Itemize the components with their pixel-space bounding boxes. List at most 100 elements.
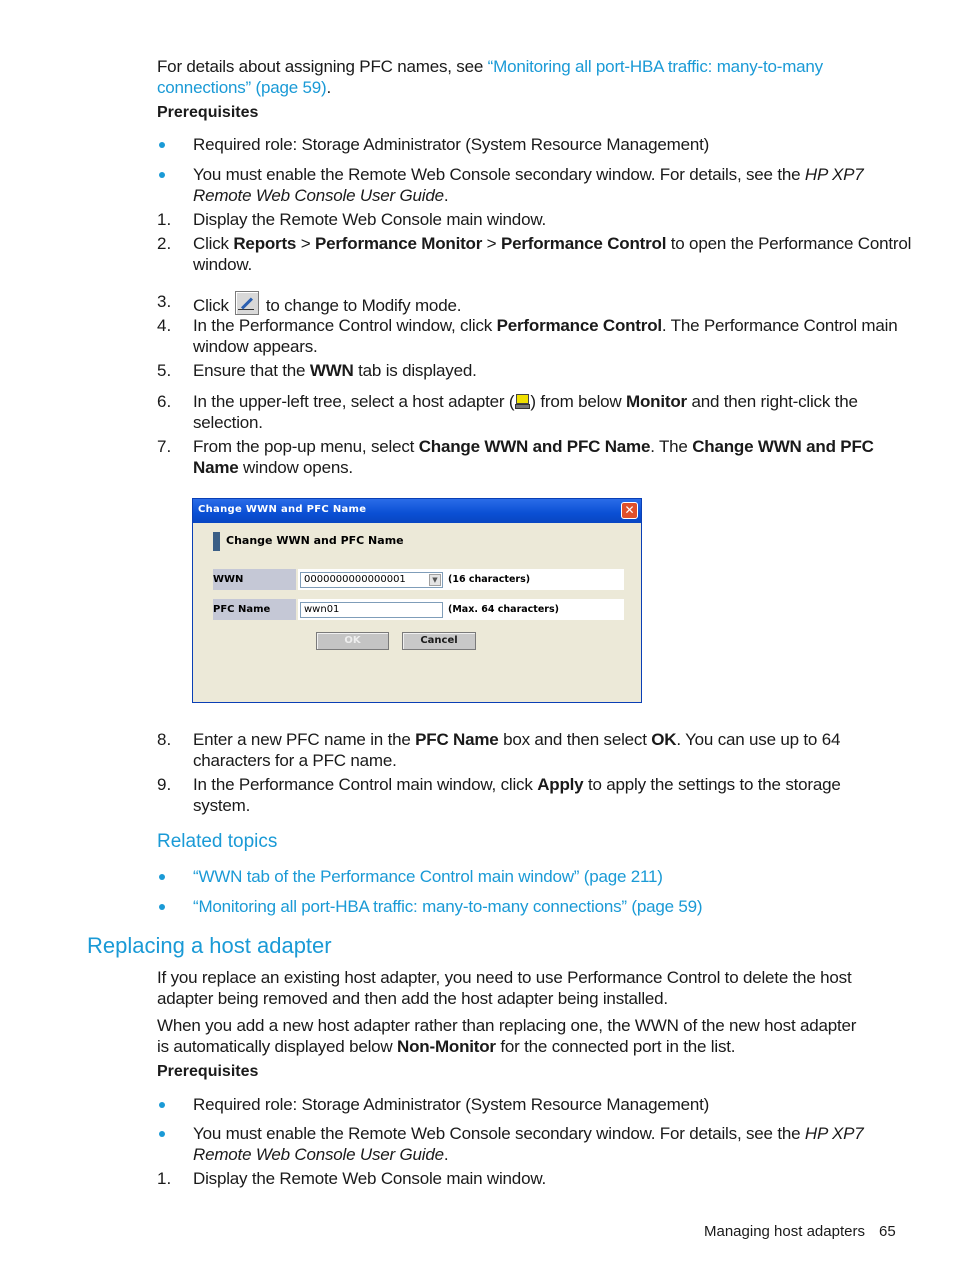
prereq-bullet-enable-line2: Remote Web Console User Guide.	[193, 1144, 449, 1165]
footer-section-title: Managing host adapters	[704, 1223, 865, 1240]
menu-performance-control: Performance Control	[500, 234, 667, 253]
chevron-down-icon[interactable]: ▼	[429, 574, 441, 586]
step-2: Click Reports > Performance Monitor > Pe…	[193, 233, 911, 254]
guide-title-cont: Remote Web Console User Guide	[193, 1145, 444, 1164]
step-number: 6.	[157, 392, 172, 411]
text: is automatically displayed below	[157, 1037, 398, 1056]
dialog-titlebar: Change WWN and PFC Name ✕	[193, 499, 641, 523]
step-number: 8.	[157, 730, 172, 749]
period: .	[443, 186, 449, 205]
section-paragraph-1-line2: adapter being removed and then add the h…	[157, 989, 668, 1008]
guide-title-cont: Remote Web Console User Guide	[193, 186, 444, 205]
wwn-combobox[interactable]: 0000000000000001 ▼	[300, 572, 443, 588]
text: Click	[193, 296, 234, 315]
wwn-hint: (16 characters)	[448, 574, 531, 585]
bullet-icon	[159, 1102, 165, 1108]
prereq-bullet-role: Required role: Storage Administrator (Sy…	[193, 135, 710, 154]
bold-term: Non-Monitor	[397, 1037, 496, 1056]
step-5: Ensure that the WWN tab is displayed.	[193, 360, 477, 381]
step-number: 5.	[157, 361, 172, 380]
intro-period: .	[326, 78, 332, 97]
pfc-name-row: wwn01 (Max. 64 characters)	[298, 599, 624, 620]
section-heading: Replacing a host adapter	[87, 933, 332, 958]
text: . You can use up to 64	[676, 730, 841, 749]
text: In the Performance Control window, click	[193, 316, 497, 335]
bullet-text: You must enable the Remote Web Console s…	[193, 165, 805, 184]
step-1: Display the Remote Web Console main wind…	[193, 1169, 546, 1188]
related-link-monitoring[interactable]: “Monitoring all port-HBA traffic: many-t…	[193, 896, 703, 917]
prereq-bullet-enable: You must enable the Remote Web Console s…	[193, 1123, 864, 1144]
step-4-line2: window appears.	[193, 337, 318, 356]
step-7-line2: Name window opens.	[193, 457, 353, 478]
prerequisites-heading: Prerequisites	[157, 1063, 259, 1080]
guide-title: HP XP7	[804, 165, 864, 184]
section-paragraph-2: When you add a new host adapter rather t…	[157, 1016, 857, 1035]
intro-link[interactable]: “Monitoring all port-HBA traffic: many-t…	[488, 57, 824, 76]
text: for the connected port in the list.	[495, 1037, 736, 1056]
related-link-wwn-tab[interactable]: “WWN tab of the Performance Control main…	[193, 866, 663, 887]
pfc-name-input[interactable]: wwn01	[300, 602, 443, 618]
modify-mode-icon	[235, 291, 260, 315]
bold-term: Performance Control	[496, 316, 662, 335]
step-number: 9.	[157, 775, 172, 794]
step-number: 1.	[157, 1169, 172, 1188]
separator: >	[296, 234, 315, 253]
text: and then right-click the	[686, 392, 858, 411]
bold-term: Change WWN and PFC Name	[418, 437, 651, 456]
close-icon[interactable]: ✕	[621, 502, 638, 519]
menu-reports: Reports	[233, 234, 297, 253]
step-9: In the Performance Control main window, …	[193, 774, 841, 795]
text: window opens.	[238, 458, 353, 477]
dialog-title: Change WWN and PFC Name	[198, 504, 367, 515]
step-number: 3.	[157, 292, 172, 311]
text: You must enable the Remote Web Console s…	[193, 1124, 805, 1143]
intro-text: For details about assigning PFC names, s…	[157, 57, 488, 76]
wwn-row: 0000000000000001 ▼ (16 characters)	[298, 569, 624, 590]
prereq-bullet-role: Required role: Storage Administrator (Sy…	[193, 1095, 710, 1114]
bold-term: Name	[193, 458, 239, 477]
section-paragraph-1: If you replace an existing host adapter,…	[157, 968, 852, 987]
step-number: 1.	[157, 210, 172, 229]
bullet-icon	[159, 874, 165, 880]
intro-paragraph: For details about assigning PFC names, s…	[157, 56, 823, 77]
cancel-button[interactable]: Cancel	[402, 632, 476, 650]
step-number: 4.	[157, 316, 172, 335]
period: .	[443, 1145, 449, 1164]
step-8: Enter a new PFC name in the PFC Name box…	[193, 729, 840, 750]
wwn-label: WWN	[213, 569, 296, 590]
bold-term: Apply	[537, 775, 584, 794]
pfc-name-hint: (Max. 64 characters)	[448, 604, 559, 615]
step-2-line2: window.	[193, 255, 253, 274]
host-adapter-icon	[515, 393, 531, 409]
step-6: In the upper-left tree, select a host ad…	[193, 391, 858, 412]
step-4: In the Performance Control window, click…	[193, 315, 898, 336]
dialog-heading: Change WWN and PFC Name	[226, 534, 404, 547]
text: to apply the settings to the storage	[583, 775, 841, 794]
guide-title: HP XP7	[804, 1124, 864, 1143]
intro-link-cont[interactable]: connections” (page 59)	[157, 78, 327, 97]
text: box and then select	[498, 730, 652, 749]
ok-button[interactable]: OK	[316, 632, 389, 650]
text: . The	[650, 437, 693, 456]
text: Ensure that the	[193, 361, 310, 380]
text: to open the Performance Control	[666, 234, 912, 253]
bullet-icon	[159, 142, 165, 148]
step-3: Click to change to Modify mode.	[193, 291, 461, 316]
text: ) from below	[530, 392, 627, 411]
step-number: 7.	[157, 437, 172, 456]
step-9-line2: system.	[193, 796, 251, 815]
step-6-line2: selection.	[193, 413, 263, 432]
text: In the upper-left tree, select a host ad…	[193, 392, 515, 411]
text: In the Performance Control main window, …	[193, 775, 538, 794]
text: to change to Modify mode.	[261, 296, 462, 315]
text: Click	[193, 234, 234, 253]
section-paragraph-2-line2: is automatically displayed below Non-Mon…	[157, 1036, 736, 1057]
bullet-icon	[159, 1131, 165, 1137]
bold-term: OK	[651, 730, 677, 749]
text: tab is displayed.	[353, 361, 477, 380]
bold-term: PFC Name	[415, 730, 499, 749]
heading-marker	[213, 532, 220, 551]
prereq-bullet-enable-line2: Remote Web Console User Guide.	[193, 185, 449, 206]
step-1: Display the Remote Web Console main wind…	[193, 210, 546, 229]
text: Enter a new PFC name in the	[193, 730, 416, 749]
